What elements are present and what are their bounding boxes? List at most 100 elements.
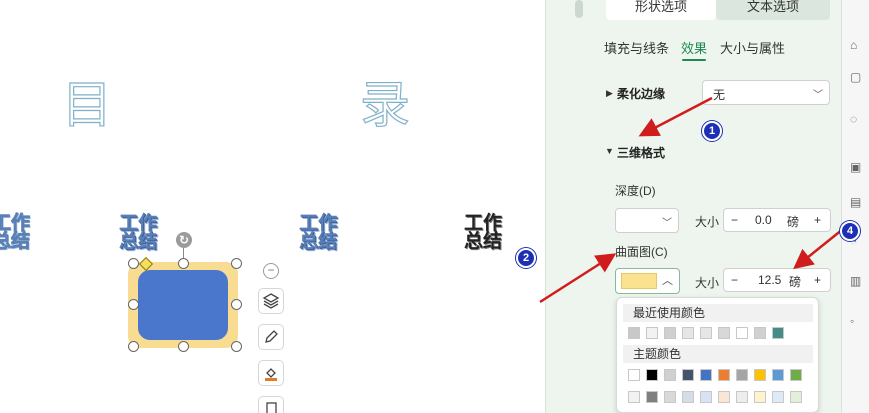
tab-text-options[interactable]: 文本选项 (716, 0, 830, 20)
tool-icon[interactable]: ▣ (850, 160, 862, 174)
increment-icon[interactable]: + (814, 273, 821, 287)
tool-icon[interactable]: ◦ (850, 314, 862, 328)
tool-icon[interactable]: ▤ (850, 195, 862, 209)
color-swatch[interactable] (682, 327, 694, 339)
color-swatch[interactable] (700, 369, 712, 381)
contour-size-value[interactable]: 12.5 (758, 273, 781, 287)
subtab-indicator (682, 59, 706, 61)
soft-edge-value: 无 (713, 88, 726, 102)
color-swatch[interactable] (664, 391, 676, 403)
depth-size-value[interactable]: 0.0 (755, 213, 772, 227)
color-swatch[interactable] (646, 391, 658, 403)
color-swatch[interactable] (700, 327, 712, 339)
color-swatch[interactable] (718, 369, 730, 381)
rotate-handle-icon[interactable]: ↻ (176, 232, 192, 248)
subtab-effects[interactable]: 效果 (681, 38, 707, 57)
theme-colors-heading: 主题颜色 (623, 345, 813, 363)
resize-handle-ne[interactable] (231, 258, 242, 269)
heading-char-left[interactable]: 目 (61, 79, 112, 130)
color-swatch[interactable] (754, 391, 766, 403)
subtab-fill-line[interactable]: 填充与线条 (604, 38, 669, 57)
wordart-line: 总结 (119, 230, 158, 252)
color-palette-popup: 最近使用颜色 主题颜色 (616, 297, 819, 413)
soft-edge-dropdown[interactable]: 无 ﹀ (702, 80, 830, 105)
soft-edge-heading[interactable]: 柔化边缘 (617, 85, 665, 102)
depth-color-dropdown[interactable]: ﹀ (615, 208, 679, 233)
contour-unit: 磅 (789, 275, 802, 289)
copy-icon[interactable] (258, 396, 284, 413)
contour-color-dropdown[interactable]: ︿ (615, 268, 680, 294)
selected-shape[interactable] (128, 262, 238, 348)
wordart-item[interactable]: 工作 总结 (464, 214, 503, 252)
resize-handle-se[interactable] (231, 341, 242, 352)
color-swatch[interactable] (754, 327, 766, 339)
tool-icon[interactable]: ▥ (850, 274, 862, 288)
chevron-down-icon: ﹀ (662, 218, 672, 229)
color-swatch[interactable] (754, 369, 766, 381)
pane-scrollbar[interactable] (575, 0, 583, 18)
resize-handle-sw[interactable] (128, 341, 139, 352)
resize-handle-n[interactable] (178, 258, 189, 269)
color-swatch[interactable] (772, 369, 784, 381)
contour-size-spinner[interactable]: − 12.5 磅 + (723, 268, 831, 292)
tab-shape-options[interactable]: 形状选项 (606, 0, 716, 20)
increment-icon[interactable]: + (814, 213, 821, 227)
color-swatch[interactable] (736, 391, 748, 403)
contour-size-label: 大小 (695, 276, 720, 290)
color-swatch[interactable] (790, 391, 802, 403)
contour-color-swatch (621, 273, 657, 289)
color-swatch[interactable] (646, 369, 658, 381)
heading-char-right[interactable]: 录 (359, 79, 410, 130)
collapse-icon[interactable]: − (263, 263, 279, 279)
layers-icon[interactable] (258, 288, 284, 314)
depth-size-label: 大小 (695, 215, 720, 229)
depth-label: 深度(D) (615, 184, 656, 198)
step-badge-2: 2 (516, 248, 536, 268)
pen-icon[interactable] (258, 324, 284, 350)
subtab-size-properties[interactable]: 大小与属性 (720, 38, 785, 57)
wordart-item[interactable]: 工作 总结 (0, 213, 31, 252)
side-toolbar: ⌂ ▢ ◌ ▣ ▤ ◔ ▥ ◦ (841, 0, 869, 413)
color-swatch[interactable] (772, 391, 784, 403)
collapse-triangle-icon[interactable]: ▼ (605, 146, 614, 156)
color-swatch[interactable] (628, 391, 640, 403)
resize-handle-s[interactable] (178, 341, 189, 352)
color-swatch[interactable] (718, 391, 730, 403)
fill-icon[interactable] (258, 360, 284, 386)
tool-icon[interactable]: ▢ (850, 70, 862, 84)
tool-icon[interactable]: ⌂ (850, 38, 862, 52)
screen: 目 录 工作 总结 工作 总结 工作 总结 工作 总结 ↻ − 形状选项 文本选… (0, 0, 869, 413)
decrement-icon[interactable]: − (731, 213, 738, 227)
color-swatch[interactable] (628, 327, 640, 339)
resize-handle-e[interactable] (231, 299, 242, 310)
wordart-line: 总结 (464, 230, 503, 252)
color-swatch[interactable] (772, 327, 784, 339)
contour-label: 曲面图(C) (615, 245, 668, 259)
expand-icon[interactable]: ▶ (606, 88, 613, 99)
resize-handle-nw[interactable] (128, 258, 139, 269)
color-swatch[interactable] (790, 369, 802, 381)
decrement-icon[interactable]: − (731, 273, 738, 287)
wordart-item[interactable]: 工作 总结 (119, 214, 158, 252)
wordart-item[interactable]: 工作 总结 (299, 214, 337, 251)
color-swatch[interactable] (736, 327, 748, 339)
chevron-down-icon: ﹀ (813, 90, 823, 101)
color-swatch[interactable] (682, 369, 694, 381)
wordart-line: 总结 (0, 230, 31, 252)
color-swatch[interactable] (646, 327, 658, 339)
three-d-heading[interactable]: 三维格式 (617, 144, 665, 161)
color-swatch[interactable] (700, 391, 712, 403)
tool-icon[interactable]: ◌ (850, 112, 862, 126)
color-swatch[interactable] (664, 369, 676, 381)
color-swatch[interactable] (718, 327, 730, 339)
color-swatch[interactable] (736, 369, 748, 381)
chevron-up-icon: ︿ (662, 275, 673, 287)
recent-colors-heading: 最近使用颜色 (623, 304, 813, 322)
color-swatch[interactable] (682, 391, 694, 403)
resize-handle-w[interactable] (128, 299, 139, 310)
color-swatch[interactable] (664, 327, 676, 339)
color-swatch[interactable] (628, 369, 640, 381)
shape-fill[interactable] (138, 270, 228, 340)
step-badge-4: 4 (840, 221, 860, 241)
depth-size-spinner[interactable]: − 0.0 磅 + (723, 208, 831, 232)
